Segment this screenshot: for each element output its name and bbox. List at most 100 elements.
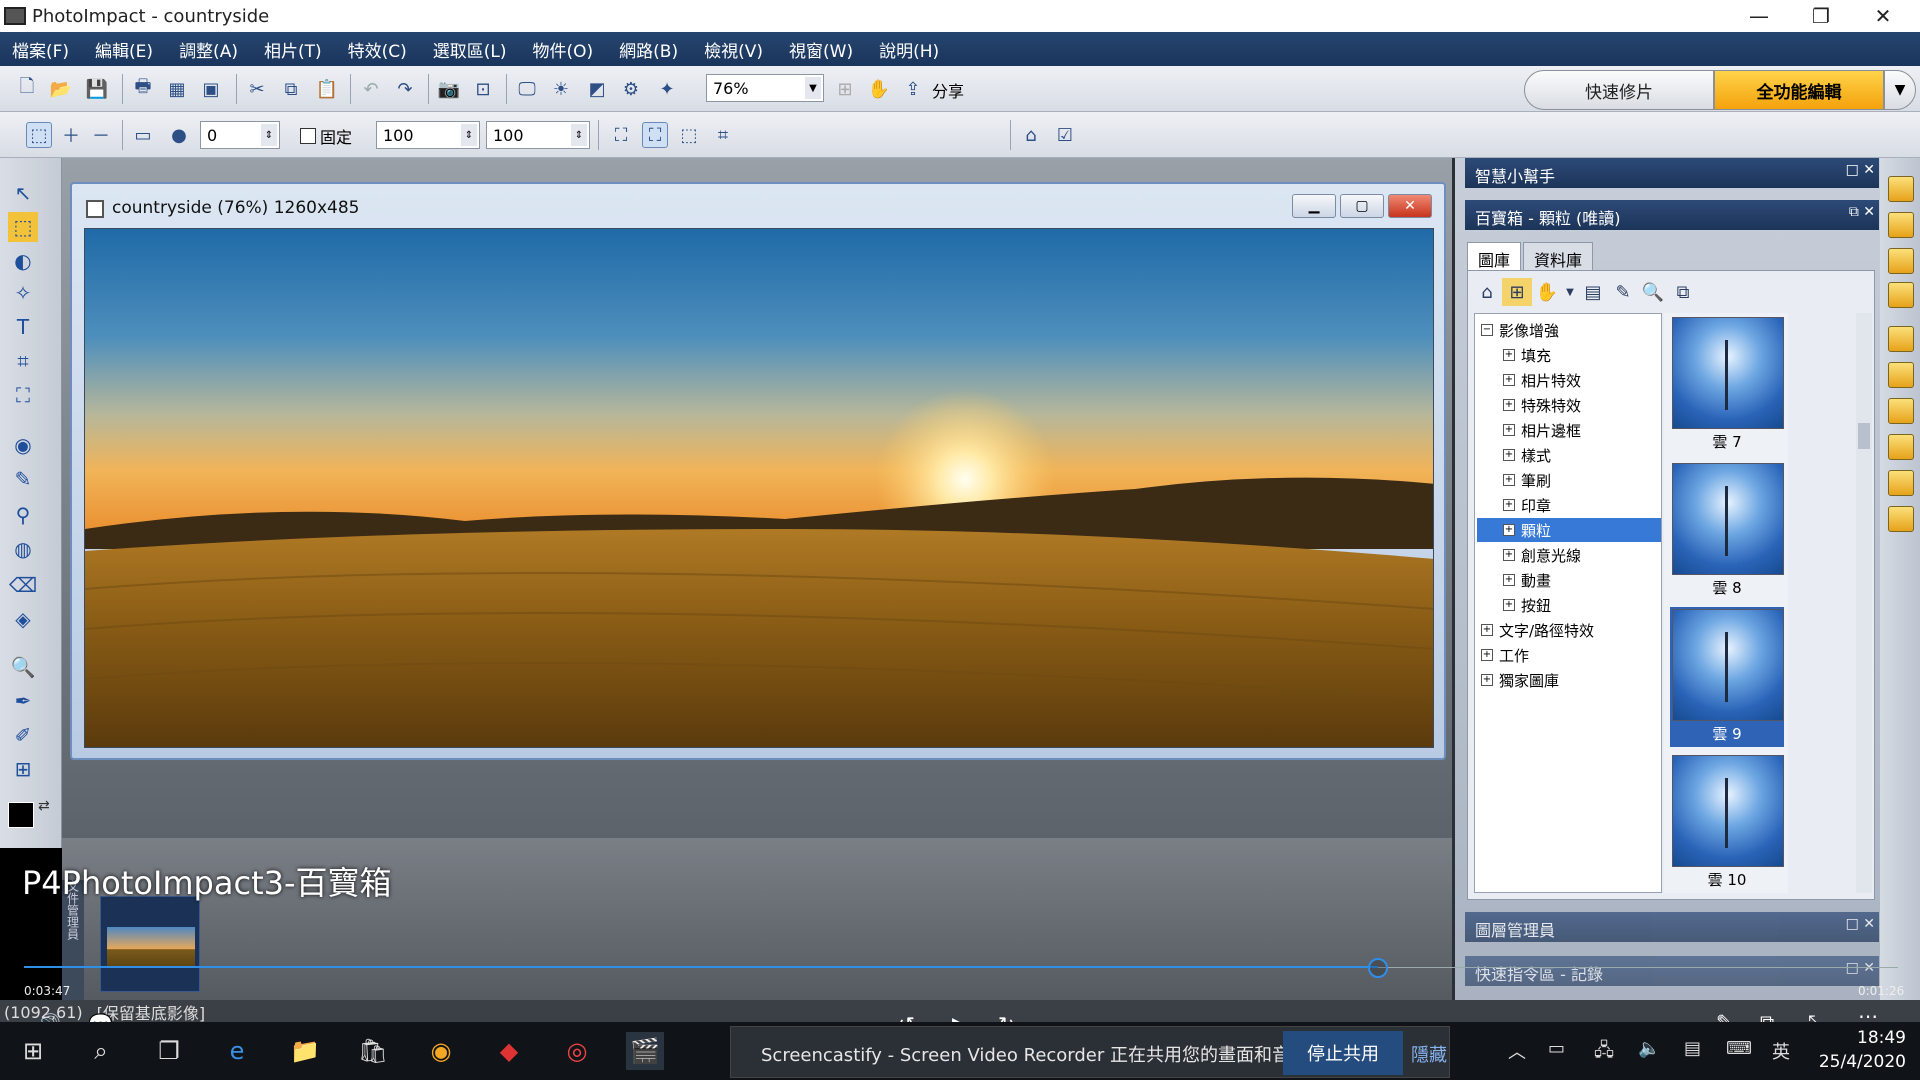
curve-icon[interactable]: ◩ (584, 76, 610, 102)
soft-edge-input[interactable]: 0 ⇕ (200, 121, 280, 149)
video-progress-played[interactable] (24, 966, 1378, 968)
edit-icon[interactable]: ✎ (1608, 278, 1638, 306)
video-scrubber-knob[interactable] (1368, 958, 1388, 978)
menu-effect[interactable]: 特效(C) (348, 37, 407, 62)
panel-icon[interactable] (1888, 398, 1914, 424)
width-input[interactable]: 100 ⇕ (376, 121, 480, 149)
selection-add-icon[interactable]: ＋ (58, 122, 84, 148)
mask-icon[interactable]: ⛶ (642, 122, 668, 148)
store-icon[interactable]: 🛍 (354, 1032, 392, 1070)
easypalette-panel-title[interactable]: 百寶箱 - 顆粒 (唯讀) ⧉ ✕ (1465, 200, 1879, 230)
brightness-icon[interactable]: ☀ (548, 76, 574, 102)
menu-object[interactable]: 物件(O) (533, 37, 594, 62)
pen-tool-icon[interactable]: ✐ (8, 720, 38, 750)
panel-icon[interactable] (1888, 470, 1914, 496)
notification-center-icon[interactable]: ▤ (1684, 1038, 1701, 1059)
fixed-checkbox[interactable]: 固定 (300, 124, 352, 148)
panel-icon[interactable] (1888, 362, 1914, 388)
search-icon[interactable]: ⌕ (82, 1032, 120, 1070)
crop-tool-icon[interactable]: ⌗ (8, 346, 38, 376)
tree-item[interactable]: + 相片邊框 (1503, 418, 1581, 442)
eyedropper-tool-icon[interactable]: ✒ (8, 686, 38, 716)
tree-item[interactable]: + 文字/路徑特效 (1481, 618, 1594, 642)
panel-controls[interactable]: □ ✕ (1846, 960, 1875, 976)
foreground-color-swatch[interactable] (8, 802, 34, 828)
speaker-icon[interactable]: 🔈 (1638, 1038, 1660, 1059)
eraser-tool-icon[interactable]: ⌫ (8, 570, 38, 600)
quick-command-panel-title[interactable]: 快速指令區 - 記錄 □ ✕ (1465, 956, 1879, 986)
quick-fix-mode-button[interactable]: 快速修片 (1524, 70, 1714, 110)
menu-help[interactable]: 說明(H) (879, 37, 939, 62)
easypalette-home-icon[interactable]: ⌂ (1018, 122, 1044, 148)
menu-file[interactable]: 檔案(F) (12, 37, 69, 62)
panel-icon[interactable] (1888, 212, 1914, 238)
selection-new-icon[interactable]: ⬚ (26, 122, 52, 148)
panel-icon[interactable] (1888, 326, 1914, 352)
copy-icon[interactable]: ⧉ (1668, 278, 1698, 306)
panel-controls[interactable]: □ ✕ (1846, 162, 1875, 178)
gallery-item[interactable]: 雲 10 (1670, 753, 1784, 893)
lasso-tool-icon[interactable]: ◐ (8, 246, 38, 276)
pan-icon[interactable]: ✋ (866, 76, 892, 102)
stop-sharing-button[interactable]: 停止共用 (1283, 1031, 1403, 1075)
selection-subtract-icon[interactable]: － (88, 122, 114, 148)
hide-button[interactable]: 隱藏 (1411, 1041, 1447, 1067)
zoom-tool-icon[interactable]: 🔍 (8, 652, 38, 682)
zoom-combo[interactable]: 76% ▼ (706, 74, 824, 102)
menu-photo[interactable]: 相片(T) (264, 37, 322, 62)
tab-gallery[interactable]: 圖庫 (1467, 242, 1522, 270)
fit-icon[interactable]: ⊞ (832, 76, 858, 102)
tree-item[interactable]: + 筆刷 (1503, 468, 1551, 492)
tree-item[interactable]: + 填充 (1503, 343, 1551, 367)
doc-close-button[interactable]: ✕ (1388, 194, 1432, 218)
panel-icon[interactable] (1888, 282, 1914, 308)
panel-icon[interactable] (1888, 434, 1914, 460)
keyboard-icon[interactable]: ⌨ (1726, 1038, 1752, 1059)
share-label[interactable]: 分享 (932, 78, 964, 102)
marquee-icon[interactable]: ⬚ (676, 122, 702, 148)
checkbox-box[interactable] (300, 128, 316, 144)
chevron-down-icon[interactable]: ▼ (1562, 278, 1578, 306)
preview-icon[interactable]: ▦ (164, 76, 190, 102)
file-explorer-icon[interactable]: 📁 (286, 1032, 324, 1070)
gallery-item[interactable]: 雲 8 (1670, 461, 1784, 601)
rectangle-shape-icon[interactable]: ▭ (130, 122, 156, 148)
clone-stamp-tool-icon[interactable]: ⚲ (8, 500, 38, 530)
tree-item-selected[interactable]: + 顆粒 (1477, 518, 1661, 542)
search-icon[interactable]: 🔍 (1638, 278, 1668, 306)
restore-button[interactable]: ❐ (1790, 0, 1852, 32)
menu-web[interactable]: 網路(B) (619, 37, 678, 62)
task-view-icon[interactable]: ❐ (150, 1032, 188, 1070)
tree-item[interactable]: + 工作 (1481, 643, 1529, 667)
menu-edit[interactable]: 編輯(E) (95, 37, 153, 62)
spinner-icon[interactable]: ⇕ (461, 124, 477, 146)
standard-selection-tool-icon[interactable]: ⬚ (8, 212, 38, 242)
tab-library[interactable]: 資料庫 (1523, 242, 1594, 270)
open-folder-icon[interactable]: 📂 (48, 76, 74, 102)
panel-icon[interactable] (1888, 176, 1914, 202)
hand-icon[interactable]: ✋ (1532, 278, 1562, 306)
share-icon[interactable]: ⇪ (900, 76, 926, 102)
app-icon[interactable]: ◆ (490, 1032, 528, 1070)
help-icon[interactable] (1888, 506, 1914, 532)
tree-item[interactable]: − 影像增強 (1481, 318, 1559, 342)
monitor-icon[interactable]: 🖵 (514, 76, 540, 102)
text-tool-icon[interactable]: T (8, 312, 38, 342)
tree-item[interactable]: + 樣式 (1503, 443, 1551, 467)
print-icon[interactable]: 🖶 (130, 76, 156, 102)
retouch-tool-icon[interactable]: ◍ (8, 534, 38, 564)
app-icon[interactable]: ◉ (422, 1032, 460, 1070)
minimize-button[interactable]: — (1728, 0, 1790, 32)
gallery-item[interactable]: 雲 7 (1670, 315, 1784, 455)
paste-icon[interactable]: 📋 (314, 76, 340, 102)
new-file-icon[interactable]: 🗋 (14, 76, 40, 102)
panel-controls[interactable]: □ ✕ (1846, 916, 1875, 932)
tree-item[interactable]: + 動畫 (1503, 568, 1551, 592)
menu-view[interactable]: 檢視(V) (704, 37, 763, 62)
apply-check-icon[interactable]: ☑ (1052, 122, 1078, 148)
redo-icon[interactable]: ↷ (392, 76, 418, 102)
save-icon[interactable]: 💾 (84, 76, 110, 102)
crop-icon[interactable]: ⌗ (710, 122, 736, 148)
menu-adjust[interactable]: 調整(A) (179, 37, 238, 62)
paint-brush-tool-icon[interactable]: ✎ (8, 464, 38, 494)
